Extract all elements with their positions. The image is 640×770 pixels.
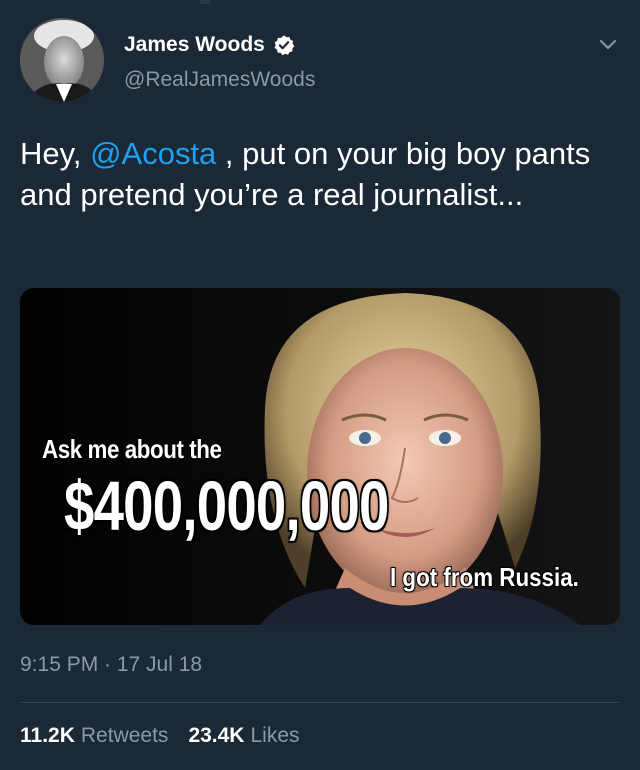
author-handle[interactable]: @RealJamesWoods [124, 68, 315, 92]
tweet-stats: 11.2K Retweets 23.4K Likes [20, 724, 300, 748]
media-caption-line1: Ask me about the [42, 434, 222, 464]
avatar-photo-icon [20, 18, 104, 102]
tweet-text: Hey, @Acosta , put on your big boy pants… [20, 133, 620, 215]
media-caption-line3: I got from Russia. [390, 562, 579, 592]
tweet-card: James Woods @RealJamesWoods Hey, @Acosta… [0, 0, 640, 770]
verified-badge-icon [274, 35, 295, 56]
likes-label: Likes [250, 724, 300, 747]
media-caption-amount: $400,000,000 [64, 467, 389, 545]
divider [20, 702, 620, 703]
retweets-count: 11.2K [20, 724, 75, 747]
mention-link[interactable]: @Acosta [90, 136, 216, 171]
top-edge-mark [200, 0, 210, 4]
chevron-down-icon[interactable] [598, 34, 618, 54]
tweet-timestamp[interactable]: 9:15 PM · 17 Jul 18 [20, 653, 202, 677]
retweets-label: Retweets [80, 724, 169, 747]
tweet-text-prefix: Hey, [20, 136, 91, 171]
retweets-stat[interactable]: 11.2K Retweets [20, 724, 168, 748]
author-display-name[interactable]: James Woods [124, 33, 265, 57]
tweet-media-image[interactable]: Ask me about the $400,000,000 I got from… [20, 288, 620, 625]
author-name[interactable]: James Woods [124, 33, 295, 57]
likes-stat[interactable]: 23.4K Likes [188, 724, 299, 748]
avatar[interactable] [20, 18, 104, 102]
likes-count: 23.4K [188, 724, 245, 747]
